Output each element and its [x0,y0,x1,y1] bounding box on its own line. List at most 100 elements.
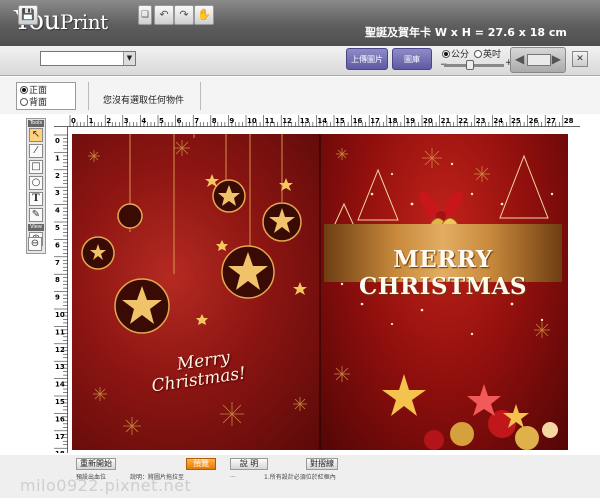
design-area-note: 1.所有設計必須位於紅框內 [264,474,336,481]
tools-header: Tools [28,120,44,127]
ruler-label: 16 [353,117,363,125]
zoom-out-tool-icon[interactable]: ⊖ [28,237,42,251]
close-icon[interactable]: ✕ [572,51,588,67]
rectangle-tool-icon[interactable]: □ [29,160,43,174]
view-header: View [28,224,44,231]
redo-icon[interactable]: ↷ [174,5,194,25]
fold-line-button[interactable]: 對摺線 [306,458,338,470]
ruler-label: 25 [511,117,521,125]
ruler-horizontal: 0 1 2 3 4 5 6 7 8 9 10 11 12 13 14 15 16 17 18 19 20 21 22 23 24… [54,115,580,127]
copy-icon[interactable]: ❏ [138,5,152,25]
radio-icon [474,50,482,58]
ruler-label: 8 [212,117,217,125]
ruler-label: 10 [55,311,65,319]
ruler-label: 14 [317,117,327,125]
ruler-label: 7 [55,259,60,267]
divider [88,82,89,110]
ruler-label: 20 [423,117,433,125]
ruler-horizontal-marks: 0 1 2 3 4 5 6 7 8 9 10 11 12 13 14 15 16 17 18 19 20 21 22 23 24… [69,115,574,127]
ruler-vertical-marks: 0123456789101112131415161718 [54,134,68,458]
logo-text-small: Print [59,10,108,34]
help-button[interactable]: 說 明 [230,458,268,470]
ruler-label: 5 [55,224,60,232]
chevron-down-icon: ▼ [123,52,135,65]
ruler-label: 10 [247,117,257,125]
unit-inch-label: 英吋 [483,50,502,60]
christmas-tree [357,168,399,221]
baubles [382,374,558,450]
product-title: 聖誕及賀年卡 W x H = 27.6 x 18 cm [365,26,567,39]
ruler-label: 12 [282,117,292,125]
face-front-option[interactable]: 正面 [20,85,72,97]
navigator-viewport [527,54,551,66]
ruler-label: 13 [55,363,65,371]
bauble [515,426,539,450]
radio-icon [20,86,28,94]
ruler-label: 8 [55,276,60,284]
line-tool-icon[interactable]: ⁄ [29,144,43,158]
ruler-label: 1 [55,154,60,162]
restart-button[interactable]: 重新開始 [76,458,116,470]
ruler-label: 24 [493,117,503,125]
text-tool-icon[interactable]: T [29,192,43,206]
arrow-left-icon[interactable]: ◀ [515,52,524,66]
ruler-label: 1 [89,117,94,125]
pen-tool-icon[interactable]: ✎ [29,208,43,222]
ruler-label: 7 [194,117,199,125]
upload-image-button[interactable]: 上傳圖片 [346,48,388,70]
small-star [196,314,208,325]
ruler-label: 22 [458,117,468,125]
divider [200,82,201,110]
ruler-label: 18 [55,450,65,453]
zoom-slider-handle[interactable] [466,60,474,70]
bauble [542,422,558,438]
small-star [279,178,293,191]
face-front-label: 正面 [29,86,48,96]
font-select[interactable]: ▼ [40,51,136,66]
bauble [424,430,444,450]
small-star [216,240,228,251]
bow-loop-right [444,191,463,218]
ruler-label: 6 [55,241,60,249]
ruler-label: 4 [141,117,146,125]
save-icon[interactable]: 💾 [18,5,38,25]
face-back-option[interactable]: 背面 [20,97,72,109]
ruler-label: 0 [55,137,60,145]
ellipse-tool-icon[interactable]: ○ [29,176,43,190]
ruler-label: 15 [335,117,345,125]
christmas-tree [499,154,549,219]
hand-icon[interactable]: ✋ [194,5,214,25]
face-selector: 正面 背面 [16,82,76,110]
zoom-slider[interactable] [444,64,504,67]
pointer-tool-icon[interactable]: ↖ [29,128,43,142]
christmas-tree [333,202,355,227]
ornament-ball [117,203,143,229]
gold-star [382,374,426,416]
selection-status: 您沒有選取任何物件 [103,96,185,106]
ruler-label: 2 [55,172,60,180]
unit-cm-option[interactable]: 公分 [442,47,469,60]
ruler-label: 4 [55,207,60,215]
small-star [293,282,307,295]
arrow-right-icon[interactable]: ▶ [552,52,561,66]
ruler-label: 0 [71,117,76,125]
gallery-button[interactable]: 圖庫 [392,48,432,70]
ruler-label: 15 [55,398,65,406]
preview-button[interactable]: 預覽 [186,458,216,470]
ruler-label: 9 [229,117,234,125]
watermark: milo0922.pixnet.net [20,476,192,495]
ruler-label: 17 [370,117,380,125]
ruler-label: 3 [55,189,60,197]
face-back-label: 背面 [29,98,48,108]
ruler-label: 23 [476,117,486,125]
ruler-label: 11 [55,328,65,336]
pan-navigator[interactable]: ◀ ▶ [510,47,566,73]
ruler-vertical: 0123456789101112131415161718 [54,127,68,458]
tools-palette: Tools ↖ ⁄ □ ○ T ✎ View ⊕ [26,118,46,254]
ruler-label: 3 [124,117,129,125]
undo-icon[interactable]: ↶ [154,5,174,25]
unit-inch-option[interactable]: 英吋 [474,47,501,60]
ruler-label: 14 [55,381,65,389]
ruler-label: 26 [529,117,539,125]
app-header: YouPrint 聖誕及賀年卡 W x H = 27.6 x 18 cm [0,0,600,46]
